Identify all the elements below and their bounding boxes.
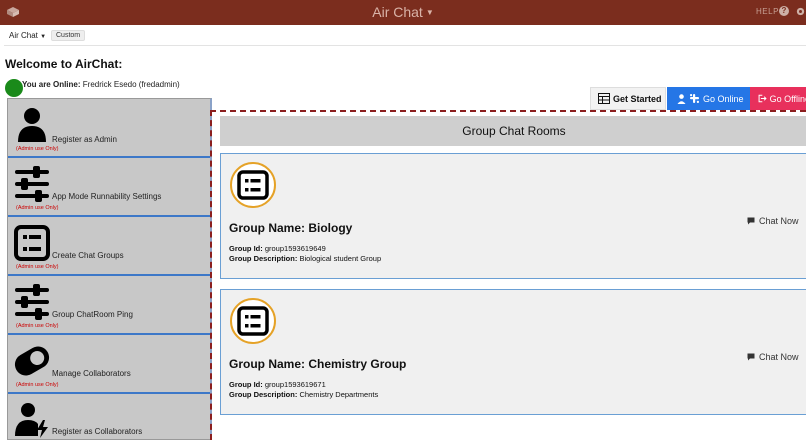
group-card-chemistry[interactable]: Group Name: Chemistry Group Group Id: gr…: [220, 289, 806, 415]
welcome-heading: Welcome to AirChat:: [5, 57, 123, 71]
app-titlebar: Air Chat ▼ HELP ?: [0, 0, 806, 25]
sidebar-item-label: App Mode Runnability Settings: [52, 192, 162, 201]
help-link[interactable]: HELP: [756, 7, 779, 16]
sidebar-item-chatroom-ping[interactable]: Group ChatRoom Ping (Admin use Only): [8, 276, 210, 335]
group-description-value: Chemistry Departments: [299, 390, 379, 399]
app-menu[interactable]: Air Chat ▼: [9, 31, 46, 40]
chat-icon: [747, 353, 755, 361]
custom-tab[interactable]: Custom: [51, 30, 86, 41]
go-online-button[interactable]: Go Online: [667, 87, 750, 110]
sidebar-item-register-admin[interactable]: Register as Admin (Admin use Only): [8, 99, 210, 158]
group-chat-area: Group Chat Rooms Group Name: Biology Gro…: [210, 110, 806, 440]
go-online-label: Go Online: [703, 93, 744, 104]
sidebar-item-label: Register as Admin: [52, 135, 117, 144]
get-started-button[interactable]: Get Started: [590, 87, 666, 110]
admin-only-note: (Admin use Only): [16, 146, 59, 152]
group-id-label: Group Id:: [229, 380, 263, 389]
chevron-down-icon: ▼: [40, 34, 47, 40]
admin-only-note: (Admin use Only): [16, 205, 59, 211]
group-id: Group Id: group1593619671: [229, 380, 326, 389]
sidebar-item-app-mode[interactable]: App Mode Runnability Settings (Admin use…: [8, 158, 210, 217]
question-icon[interactable]: ?: [779, 6, 789, 16]
admin-only-note: (Admin use Only): [16, 323, 59, 329]
sidebar-item-label: Create Chat Groups: [52, 251, 124, 260]
admin-sidebar: Register as Admin (Admin use Only) App M…: [7, 98, 212, 440]
app-title-menu[interactable]: Air Chat ▼: [0, 4, 806, 20]
list-icon: [237, 170, 269, 200]
group-description: Group Description: Chemistry Departments: [229, 390, 378, 399]
go-offline-button[interactable]: Go Offline: [750, 87, 806, 110]
group-avatar: [230, 298, 276, 344]
sidebar-item-register-collaborators[interactable]: Register as Collaborators: [8, 394, 210, 439]
online-user: Fredrick Esedo (fredadmin): [82, 80, 180, 89]
sliders-icon: [15, 166, 49, 202]
chat-icon: [747, 217, 755, 225]
sidebar-item-label: Register as Collaborators: [52, 427, 143, 436]
sidebar-item-label: Manage Collaborators: [52, 369, 131, 378]
group-description-label: Group Description:: [229, 254, 298, 263]
go-offline-label: Go Offline: [769, 93, 806, 104]
online-prefix: You are Online:: [22, 80, 81, 89]
group-description-label: Group Description:: [229, 390, 298, 399]
get-started-label: Get Started: [613, 93, 662, 104]
table-icon: [598, 93, 610, 104]
sliders-icon: [15, 284, 49, 320]
group-id-label: Group Id:: [229, 244, 263, 253]
group-card-biology[interactable]: Group Name: Biology Group Id: group15936…: [220, 153, 806, 279]
gear-icon[interactable]: [795, 6, 806, 17]
user-bolt-icon: [15, 403, 48, 438]
online-status-text: You are Online: Fredrick Esedo (fredadmi…: [22, 80, 180, 89]
online-status-dot: [5, 79, 23, 97]
main-panel: Air Chat ▼ Custom Welcome to AirChat: Yo…: [4, 25, 806, 440]
group-id-value: group1593619649: [264, 244, 326, 253]
group-description-value: Biological student Group: [299, 254, 382, 263]
group-description: Group Description: Biological student Gr…: [229, 254, 381, 263]
sidebar-item-label: Group ChatRoom Ping: [52, 310, 133, 319]
group-name: Group Name: Biology: [229, 221, 353, 235]
sidebar-item-create-groups[interactable]: Create Chat Groups (Admin use Only): [8, 217, 210, 276]
list-icon: [237, 306, 269, 336]
chat-now-label: Chat Now: [759, 216, 799, 226]
admin-only-note: (Admin use Only): [16, 264, 59, 270]
list-icon: [14, 225, 50, 261]
app-menu-label: Air Chat: [9, 31, 38, 40]
group-name: Group Name: Chemistry Group: [229, 357, 407, 371]
chat-now-label: Chat Now: [759, 352, 799, 362]
chevron-down-icon: ▼: [425, 8, 434, 17]
group-id-value: group1593619671: [264, 380, 326, 389]
group-chat-rooms-header: Group Chat Rooms: [220, 116, 806, 146]
group-id: Group Id: group1593619649: [229, 244, 326, 253]
user-icon: [18, 108, 46, 142]
tab-row: Air Chat ▼ Custom: [4, 25, 806, 46]
toggle-icon: [14, 346, 50, 376]
chat-now-button[interactable]: Chat Now: [747, 352, 799, 362]
chat-now-button[interactable]: Chat Now: [747, 216, 799, 226]
slack-icon: [690, 94, 699, 103]
sign-out-icon: [758, 94, 767, 103]
group-avatar: [230, 162, 276, 208]
app-title: Air Chat: [372, 4, 423, 20]
admin-only-note: (Admin use Only): [16, 382, 59, 388]
user-icon: [677, 93, 686, 104]
sidebar-item-manage-collaborators[interactable]: Manage Collaborators (Admin use Only): [8, 335, 210, 394]
